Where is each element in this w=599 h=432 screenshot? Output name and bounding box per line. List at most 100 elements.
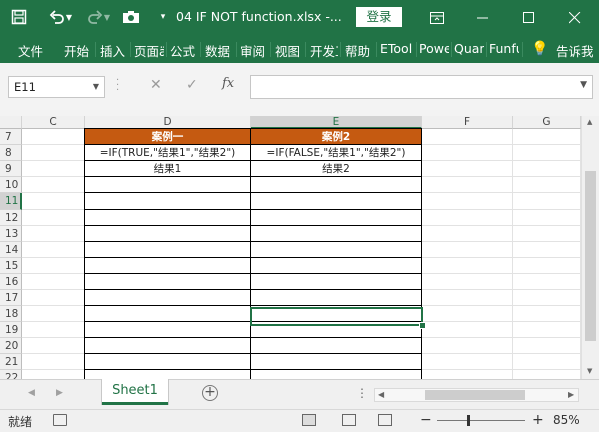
horizontal-scrollbar[interactable]: ◀ ▶ [374, 388, 579, 402]
vertical-scroll-thumb[interactable] [585, 171, 596, 341]
page-break-view-icon[interactable] [378, 414, 392, 426]
tell-me-search[interactable]: 告诉我 [556, 41, 594, 60]
cell-g13[interactable] [513, 226, 581, 242]
fill-handle[interactable] [419, 322, 426, 329]
cell-c10[interactable] [22, 177, 85, 193]
cell-f12[interactable] [422, 210, 513, 226]
cell-c14[interactable] [22, 242, 85, 258]
row-header-11[interactable]: 11 [0, 193, 22, 210]
tab-etool[interactable]: ETool [380, 41, 414, 56]
column-header-f[interactable]: F [422, 116, 513, 129]
cell-g12[interactable] [513, 210, 581, 226]
cell-d22[interactable] [84, 370, 251, 379]
tab-view[interactable]: 视图 [275, 41, 300, 60]
column-header-c[interactable]: C [22, 116, 85, 129]
cell-c22[interactable] [22, 370, 85, 379]
cell-g21[interactable] [513, 354, 581, 370]
cell-e7[interactable]: 案例2 [251, 128, 422, 145]
tab-review[interactable]: 审阅 [240, 41, 265, 60]
zoom-in-button[interactable]: + [532, 412, 544, 428]
sheet-tab-sheet1[interactable]: Sheet1 [102, 379, 168, 405]
cell-e9[interactable]: 结果2 [251, 161, 422, 177]
row-header-18[interactable]: 18 [0, 306, 22, 322]
minimize-icon[interactable] [460, 0, 506, 35]
row-header-14[interactable]: 14 [0, 242, 22, 258]
zoom-level[interactable]: 85% [553, 413, 580, 427]
cell-g17[interactable] [513, 290, 581, 306]
cell-e20[interactable] [251, 338, 422, 354]
login-button[interactable]: 登录 [356, 7, 402, 27]
row-header-13[interactable]: 13 [0, 226, 22, 242]
cell-f8[interactable] [422, 145, 513, 161]
column-header-g[interactable]: G [513, 116, 581, 129]
row-header-10[interactable]: 10 [0, 177, 22, 193]
cell-f13[interactable] [422, 226, 513, 242]
page-layout-view-icon[interactable] [342, 414, 356, 426]
tab-power[interactable]: Powe [419, 41, 449, 56]
tab-data[interactable]: 数据 [205, 41, 230, 60]
select-all-corner[interactable] [0, 116, 22, 129]
cell-e19[interactable] [251, 322, 422, 338]
worksheet-grid[interactable]: C D E F G 7 案例一 案例2 8 =IF(TRUE,"结果1","结果2") =… [0, 116, 581, 379]
cell-g14[interactable] [513, 242, 581, 258]
cell-g15[interactable] [513, 258, 581, 274]
formula-input[interactable]: ▼ [250, 75, 593, 99]
row-header-19[interactable]: 19 [0, 322, 22, 338]
enter-icon[interactable]: ✓ [186, 77, 198, 93]
cell-c18[interactable] [22, 306, 85, 322]
tab-insert[interactable]: 插入 [100, 41, 125, 60]
cell-f22[interactable] [422, 370, 513, 379]
cell-c13[interactable] [22, 226, 85, 242]
insert-function-icon[interactable]: fx [222, 76, 234, 91]
cell-g9[interactable] [513, 161, 581, 177]
cell-c17[interactable] [22, 290, 85, 306]
cell-f19[interactable] [422, 322, 513, 338]
zoom-out-button[interactable]: − [420, 412, 432, 428]
cell-c11[interactable] [22, 193, 85, 210]
cell-d14[interactable] [84, 242, 251, 258]
close-icon[interactable] [552, 0, 598, 35]
cell-g22[interactable] [513, 370, 581, 379]
cell-c15[interactable] [22, 258, 85, 274]
redo-dropdown-icon[interactable]: ▼ [102, 6, 112, 28]
cell-g11[interactable] [513, 193, 581, 210]
undo-dropdown-icon[interactable]: ▼ [64, 6, 74, 28]
cell-c12[interactable] [22, 210, 85, 226]
sheet-prev-icon[interactable]: ◀ [28, 388, 35, 398]
tab-formulas[interactable]: 公式 [170, 41, 195, 60]
cell-d13[interactable] [84, 226, 251, 242]
row-header-20[interactable]: 20 [0, 338, 22, 354]
cell-g8[interactable] [513, 145, 581, 161]
cell-e17[interactable] [251, 290, 422, 306]
customize-qat-icon[interactable]: ▾ [152, 6, 174, 28]
add-sheet-button[interactable]: + [202, 385, 218, 401]
cell-f15[interactable] [422, 258, 513, 274]
scroll-up-icon[interactable]: ▲ [587, 118, 592, 126]
cell-e21[interactable] [251, 354, 422, 370]
cell-f11[interactable] [422, 193, 513, 210]
zoom-slider-knob[interactable] [467, 415, 470, 426]
cell-d18[interactable] [84, 306, 251, 322]
macro-record-icon[interactable] [53, 414, 67, 426]
cell-c8[interactable] [22, 145, 85, 161]
tab-developer[interactable]: 开发工 [310, 41, 338, 60]
cell-f16[interactable] [422, 274, 513, 290]
cell-d20[interactable] [84, 338, 251, 354]
cell-d17[interactable] [84, 290, 251, 306]
ribbon-display-icon[interactable] [414, 0, 460, 35]
cell-e15[interactable] [251, 258, 422, 274]
row-header-16[interactable]: 16 [0, 274, 22, 290]
camera-icon[interactable] [120, 6, 142, 28]
scroll-down-icon[interactable]: ▼ [587, 367, 592, 375]
cell-e11[interactable] [251, 193, 422, 210]
cell-d16[interactable] [84, 274, 251, 290]
tab-funfun[interactable]: Funfu [489, 41, 519, 56]
row-header-22[interactable]: 22 [0, 370, 22, 379]
cell-d15[interactable] [84, 258, 251, 274]
cell-g16[interactable] [513, 274, 581, 290]
expand-formula-icon[interactable]: ▼ [580, 80, 587, 90]
cancel-icon[interactable]: ✕ [150, 77, 162, 93]
tab-split-handle-icon[interactable]: ⋮ [356, 386, 368, 400]
cell-c20[interactable] [22, 338, 85, 354]
save-icon[interactable] [8, 6, 30, 28]
